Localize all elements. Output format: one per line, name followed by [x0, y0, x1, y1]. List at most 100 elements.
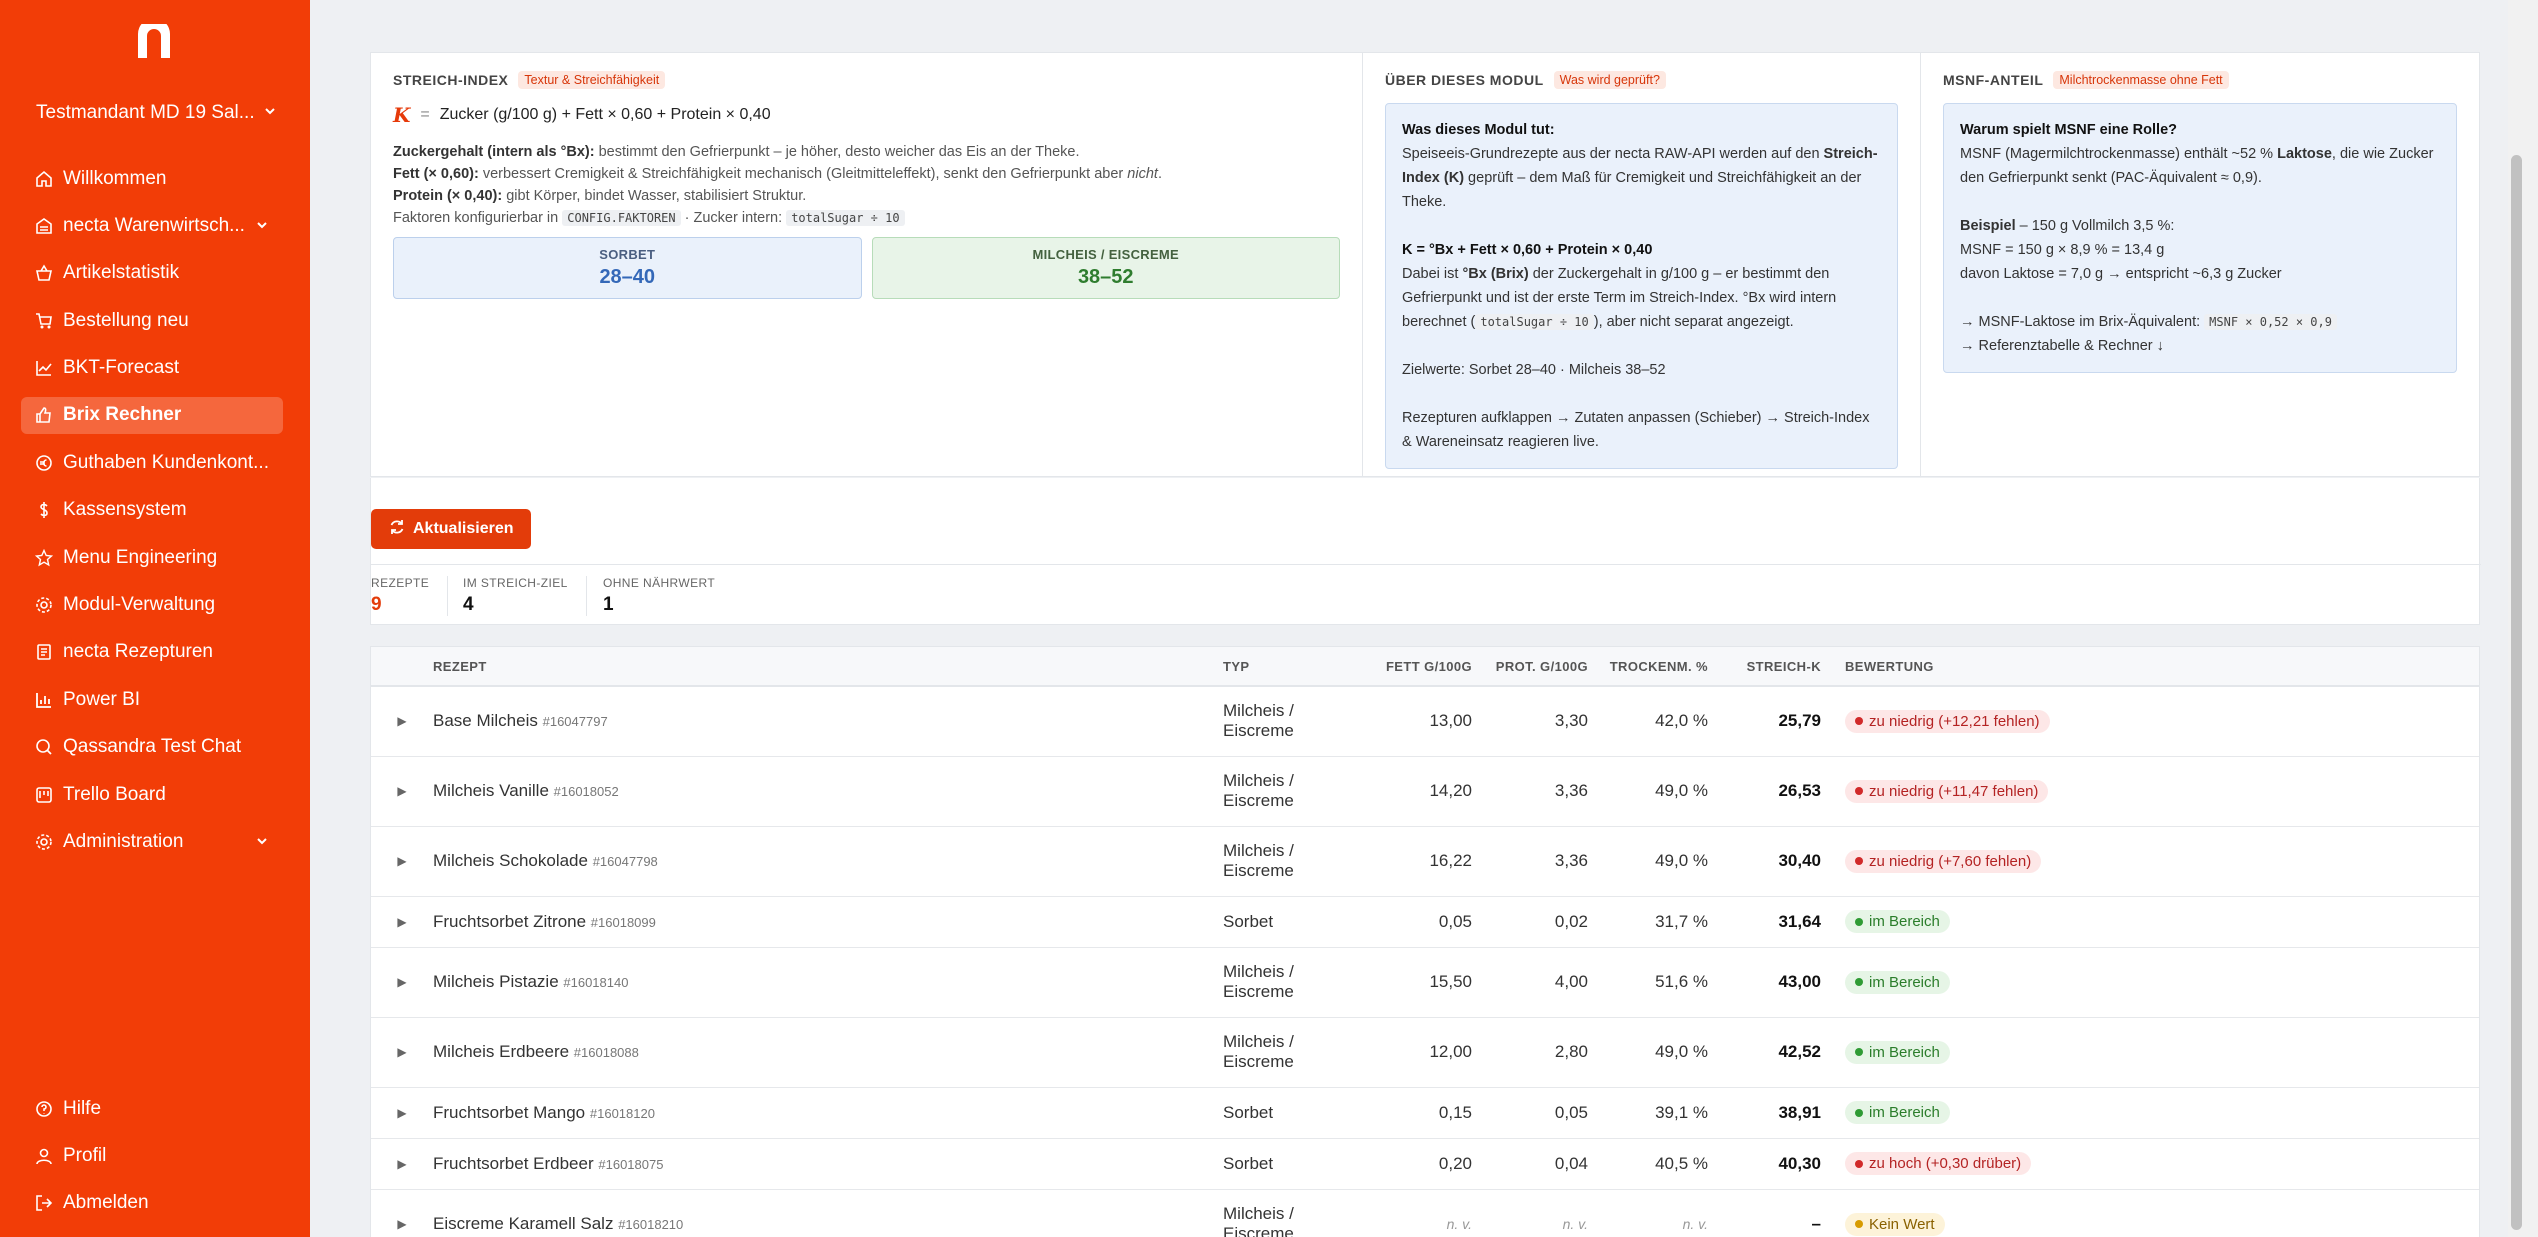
recipe-cell: Milcheis Erdbeere #16018088 — [433, 1017, 1223, 1088]
status-dot-icon — [1855, 717, 1863, 726]
col-typ[interactable]: TYP — [1223, 647, 1335, 687]
sidebar-item-menu-engineering[interactable]: Menu Engineering — [21, 539, 283, 576]
sidebar-item-modul-verwaltung[interactable]: Modul-Verwaltung — [21, 587, 283, 624]
necta-logo-icon[interactable] — [134, 24, 174, 60]
sidebar-item-profil[interactable]: Profil — [21, 1137, 283, 1174]
stat-label: IM STREICH-ZIEL — [463, 576, 568, 590]
sidebar-item-bkt-forecast[interactable]: BKT-Forecast — [21, 350, 283, 387]
recipe-id: #16018099 — [590, 914, 656, 930]
sidebar-item-rezepturen[interactable]: necta Rezepturen — [21, 634, 283, 671]
status-dot-icon — [1855, 1108, 1863, 1117]
col-bewertung[interactable]: BEWERTUNG — [1821, 647, 2479, 687]
sidebar-item-kassensystem[interactable]: Kassensystem — [21, 492, 283, 529]
expand-arrow-icon[interactable]: ▶ — [371, 1017, 433, 1088]
stat-im-ziel: IM STREICH-ZIEL 4 — [463, 576, 587, 616]
msnf-reference-link[interactable]: → Referenztabelle & Rechner ↓ — [1960, 334, 2440, 358]
sidebar-item-trello[interactable]: Trello Board — [21, 776, 283, 813]
sidebar-item-artikelstatistik[interactable]: Artikelstatistik — [21, 255, 283, 292]
stat-ohne-naehrwert: OHNE NÄHRWERT 1 — [603, 576, 733, 616]
table-row[interactable]: ▶ Base Milcheis #16047797 Milcheis / Eiscre… — [371, 686, 2479, 757]
fett-cell: 15,50 — [1335, 947, 1472, 1018]
status-badge: im Bereich — [1845, 970, 1950, 994]
recipe-id: #16018075 — [598, 1156, 664, 1172]
trockenmasse-cell: 42,0 % — [1588, 686, 1708, 757]
tenant-label: Testmandant MD 19 Sal... — [36, 102, 255, 123]
sidebar-item-label: Hilfe — [63, 1097, 102, 1119]
modul-heading: Was dieses Modul tut: — [1402, 122, 1555, 138]
sidebar-item-willkommen[interactable]: Willkommen — [21, 160, 283, 197]
milcheis-range-value: 38–52 — [1077, 266, 1134, 288]
recipe-name: Milcheis Vanille — [433, 781, 549, 800]
scrollbar-thumb[interactable] — [2511, 155, 2522, 1230]
refresh-button[interactable]: Aktualisieren — [371, 509, 532, 549]
tenant-selector[interactable]: Testmandant MD 19 Sal... — [36, 102, 277, 124]
table-row[interactable]: ▶ Milcheis Vanille #16018052 Milcheis / Eis… — [371, 756, 2479, 827]
status-badge: zu niedrig (+7,60 fehlen) — [1845, 849, 2042, 873]
sidebar-item-hilfe[interactable]: Hilfe — [21, 1090, 283, 1127]
sidebar-item-guthaben[interactable]: Guthaben Kundenkont... — [21, 444, 283, 481]
sidebar-item-warenwirtschaft[interactable]: necta Warenwirtsch... — [21, 207, 283, 244]
status-badge: im Bereich — [1845, 1101, 1950, 1124]
msnf-example-lactose: davon Laktose = 7,0 g → entspricht ~6,3 … — [1960, 266, 2282, 282]
expand-arrow-icon[interactable]: ▶ — [371, 1087, 433, 1139]
streich-k-cell: 43,00 — [1708, 947, 1821, 1018]
sidebar-item-label: Trello Board — [63, 783, 166, 805]
modul-panel: ÜBER DIESES MODUL Was wird geprüft? Was … — [1363, 53, 1921, 476]
modul-p1-end: geprüft – dem Maß für Cremigkeit und Str… — [1402, 170, 1862, 210]
trockenmasse-cell: 51,6 % — [1588, 947, 1708, 1018]
status-text: im Bereich — [1869, 1104, 1940, 1121]
prot-cell: 4,00 — [1472, 947, 1588, 1018]
sidebar-item-label: necta Rezepturen — [63, 641, 213, 663]
table-row[interactable]: ▶ Milcheis Schokolade #16047798 Milcheis /… — [371, 826, 2479, 897]
refresh-label: Aktualisieren — [413, 520, 514, 537]
bar-chart-icon — [33, 689, 55, 711]
protein-text: gibt Körper, bindet Wasser, stabilisiert… — [502, 188, 807, 204]
expand-arrow-icon[interactable]: ▶ — [371, 896, 433, 948]
msnf-p1-bold: Laktose — [2277, 146, 2332, 162]
sugar-code: totalSugar ÷ 10 — [786, 210, 905, 226]
type-line1: Milcheis / — [1223, 701, 1294, 721]
table-row[interactable]: ▶ Fruchtsorbet Mango #16018120 Sorbet 0,15 0… — [371, 1087, 2479, 1139]
expand-arrow-icon[interactable]: ▶ — [371, 1138, 433, 1190]
expand-arrow-icon[interactable]: ▶ — [371, 756, 433, 827]
table-row[interactable]: ▶ Fruchtsorbet Zitrone #16018099 Sorbet 0,0… — [371, 896, 2479, 948]
col-prot[interactable]: PROT. G/100G — [1472, 647, 1588, 687]
col-fett[interactable]: FETT G/100G — [1335, 647, 1472, 687]
sidebar-item-abmelden[interactable]: Abmelden — [21, 1185, 283, 1222]
expand-arrow-icon[interactable]: ▶ — [371, 826, 433, 897]
toolbar: Aktualisieren REZEPTE 9 IM STREICH-ZIEL … — [370, 478, 2481, 625]
table-row[interactable]: ▶ Milcheis Pistazie #16018140 Milcheis / Ei… — [371, 947, 2479, 1018]
trockenmasse-cell: 49,0 % — [1588, 826, 1708, 897]
sidebar-item-label: Guthaben Kundenkont... — [63, 451, 269, 473]
sidebar-item-qassandra[interactable]: Qassandra Test Chat — [21, 729, 283, 766]
col-streich-k[interactable]: STREICH-K — [1708, 647, 1821, 687]
col-rezept[interactable]: REZEPT — [433, 647, 1223, 687]
table-row[interactable]: ▶ Milcheis Erdbeere #16018088 Milcheis / Ei… — [371, 1017, 2479, 1088]
recipe-name: Eiscreme Karamell Salz — [433, 1214, 614, 1233]
recipe-cell: Base Milcheis #16047797 — [433, 686, 1223, 757]
target-ranges: SORBET 28–40 MILCHEIS / EISCREME 38–52 — [393, 237, 1340, 299]
sidebar-item-bestellung[interactable]: Bestellung neu — [21, 302, 283, 339]
sidebar-item-administration[interactable]: Administration — [21, 823, 283, 860]
sidebar-item-brix-rechner[interactable]: Brix Rechner — [21, 396, 283, 434]
recipe-id: #16018210 — [618, 1217, 684, 1232]
status-text: zu niedrig (+11,47 fehlen) — [1869, 782, 2039, 800]
sidebar-nav: Willkommen necta Warenwirtsch... Artikel… — [21, 160, 283, 871]
k-symbol: K — [393, 103, 411, 127]
table-row[interactable]: ▶ Eiscreme Karamell Salz #16018210 Milchei… — [371, 1189, 2479, 1237]
status-text: zu hoch (+0,30 drüber) — [1869, 1155, 2022, 1172]
sidebar-item-label: Power BI — [63, 688, 141, 710]
type-line2: Eiscreme — [1223, 982, 1294, 1001]
table-row[interactable]: ▶ Fruchtsorbet Erdbeer #16018075 Sorbet 0,2… — [371, 1138, 2479, 1190]
expand-arrow-icon[interactable]: ▶ — [371, 1189, 433, 1237]
home-icon — [33, 168, 55, 190]
type-line2: Eiscreme — [1223, 791, 1294, 810]
msnf-example-label: Beispiel — [1960, 218, 2016, 234]
trockenmasse-cell: 39,1 % — [1588, 1087, 1708, 1139]
type-cell: Milcheis / Eiscreme — [1223, 686, 1335, 757]
msnf-heading: Warum spielt MSNF eine Rolle? — [1960, 122, 2177, 138]
sidebar-item-power-bi[interactable]: Power BI — [21, 681, 283, 718]
expand-arrow-icon[interactable]: ▶ — [371, 947, 433, 1018]
col-trockenmasse[interactable]: TROCKENM. % — [1588, 647, 1708, 687]
expand-arrow-icon[interactable]: ▶ — [371, 686, 433, 757]
